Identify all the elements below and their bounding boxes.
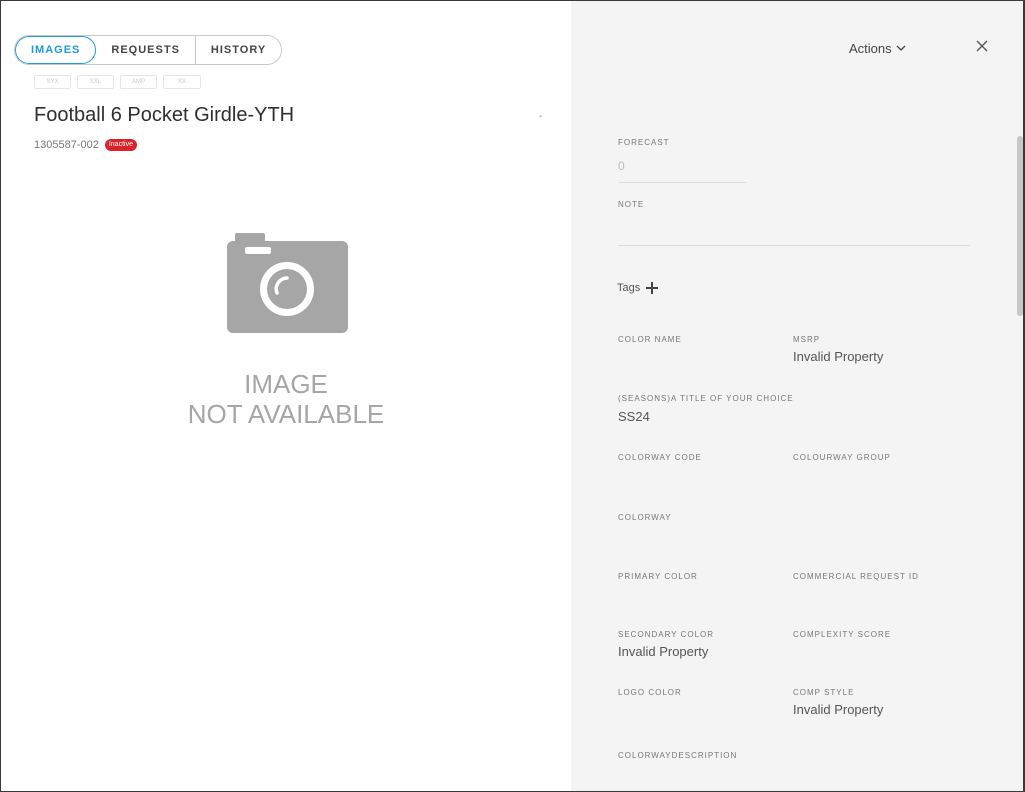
actions-menu-button[interactable]: Actions <box>849 41 906 56</box>
tags-row: Tags <box>617 282 659 294</box>
msrp-value: Invalid Property <box>793 349 884 364</box>
forecast-underline <box>618 182 746 183</box>
secondary-color-label: SECONDARY COLOR <box>618 630 715 639</box>
product-meta: 1305587-002 Inactive <box>34 139 137 151</box>
scrollbar[interactable] <box>1017 136 1023 316</box>
chevron-down-icon <box>896 45 906 51</box>
commercial-request-id-label: COMMERCIAL REQUEST ID <box>793 572 919 581</box>
status-badge: Inactive <box>104 139 137 151</box>
actions-label: Actions <box>849 41 892 56</box>
colorwaydescription-label: COLORWAYDESCRIPTION <box>618 751 738 760</box>
color-name-label: COLOR NAME <box>618 335 682 344</box>
secondary-color-value: Invalid Property <box>618 644 709 659</box>
details-panel: Actions FORECAST 0 NOTE Tags COLOR NAME … <box>571 1 1023 791</box>
note-input[interactable] <box>618 245 970 246</box>
add-tag-icon[interactable] <box>646 282 659 294</box>
image-unavailable-line1: IMAGE <box>244 369 328 399</box>
msrp-label: MSRP <box>793 335 821 344</box>
size-chip[interactable]: AMP <box>120 75 157 89</box>
tags-label: Tags <box>617 282 641 294</box>
image-unavailable-text: IMAGE NOT AVAILABLE <box>176 369 396 429</box>
note-label: NOTE <box>618 200 645 209</box>
primary-color-label: PRIMARY COLOR <box>618 572 698 581</box>
product-panel: IMAGES REQUESTS HISTORY SYX SXL AMP XX F… <box>1 1 571 791</box>
forecast-input[interactable]: 0 <box>618 159 625 173</box>
colorway-label: COLORWAY <box>618 513 672 522</box>
product-title: Football 6 Pocket Girdle-YTH <box>34 104 295 126</box>
comp-style-label: COMP STYLE <box>793 688 855 697</box>
title-dash: - <box>539 111 543 122</box>
size-chip[interactable]: SXL <box>77 75 114 89</box>
size-chip[interactable]: SYX <box>34 75 71 89</box>
forecast-label: FORECAST <box>618 138 670 147</box>
product-sku: 1305587-002 <box>34 139 99 151</box>
complexity-score-label: COMPLEXITY SCORE <box>793 630 892 639</box>
image-unavailable-line2: NOT AVAILABLE <box>187 399 385 429</box>
app-window: IMAGES REQUESTS HISTORY SYX SXL AMP XX F… <box>0 0 1025 792</box>
seasons-label: (SEASONS)A TITLE OF YOUR CHOICE <box>618 394 794 403</box>
close-icon[interactable] <box>975 39 989 53</box>
colourway-group-label: COLOURWAY GROUP <box>793 453 891 462</box>
size-chip-list: SYX SXL AMP XX <box>34 75 201 89</box>
logo-color-label: LOGO COLOR <box>618 688 682 697</box>
camera-icon <box>227 233 348 333</box>
tab-group: IMAGES REQUESTS HISTORY <box>14 35 283 65</box>
colorway-code-label: COLORWAY CODE <box>618 453 702 462</box>
size-chip[interactable]: XX <box>163 75 201 89</box>
tab-images[interactable]: IMAGES <box>15 36 97 64</box>
tab-requests[interactable]: REQUESTS <box>96 36 196 64</box>
comp-style-value: Invalid Property <box>793 702 884 717</box>
tab-history[interactable]: HISTORY <box>195 36 282 64</box>
seasons-value: SS24 <box>618 409 650 424</box>
